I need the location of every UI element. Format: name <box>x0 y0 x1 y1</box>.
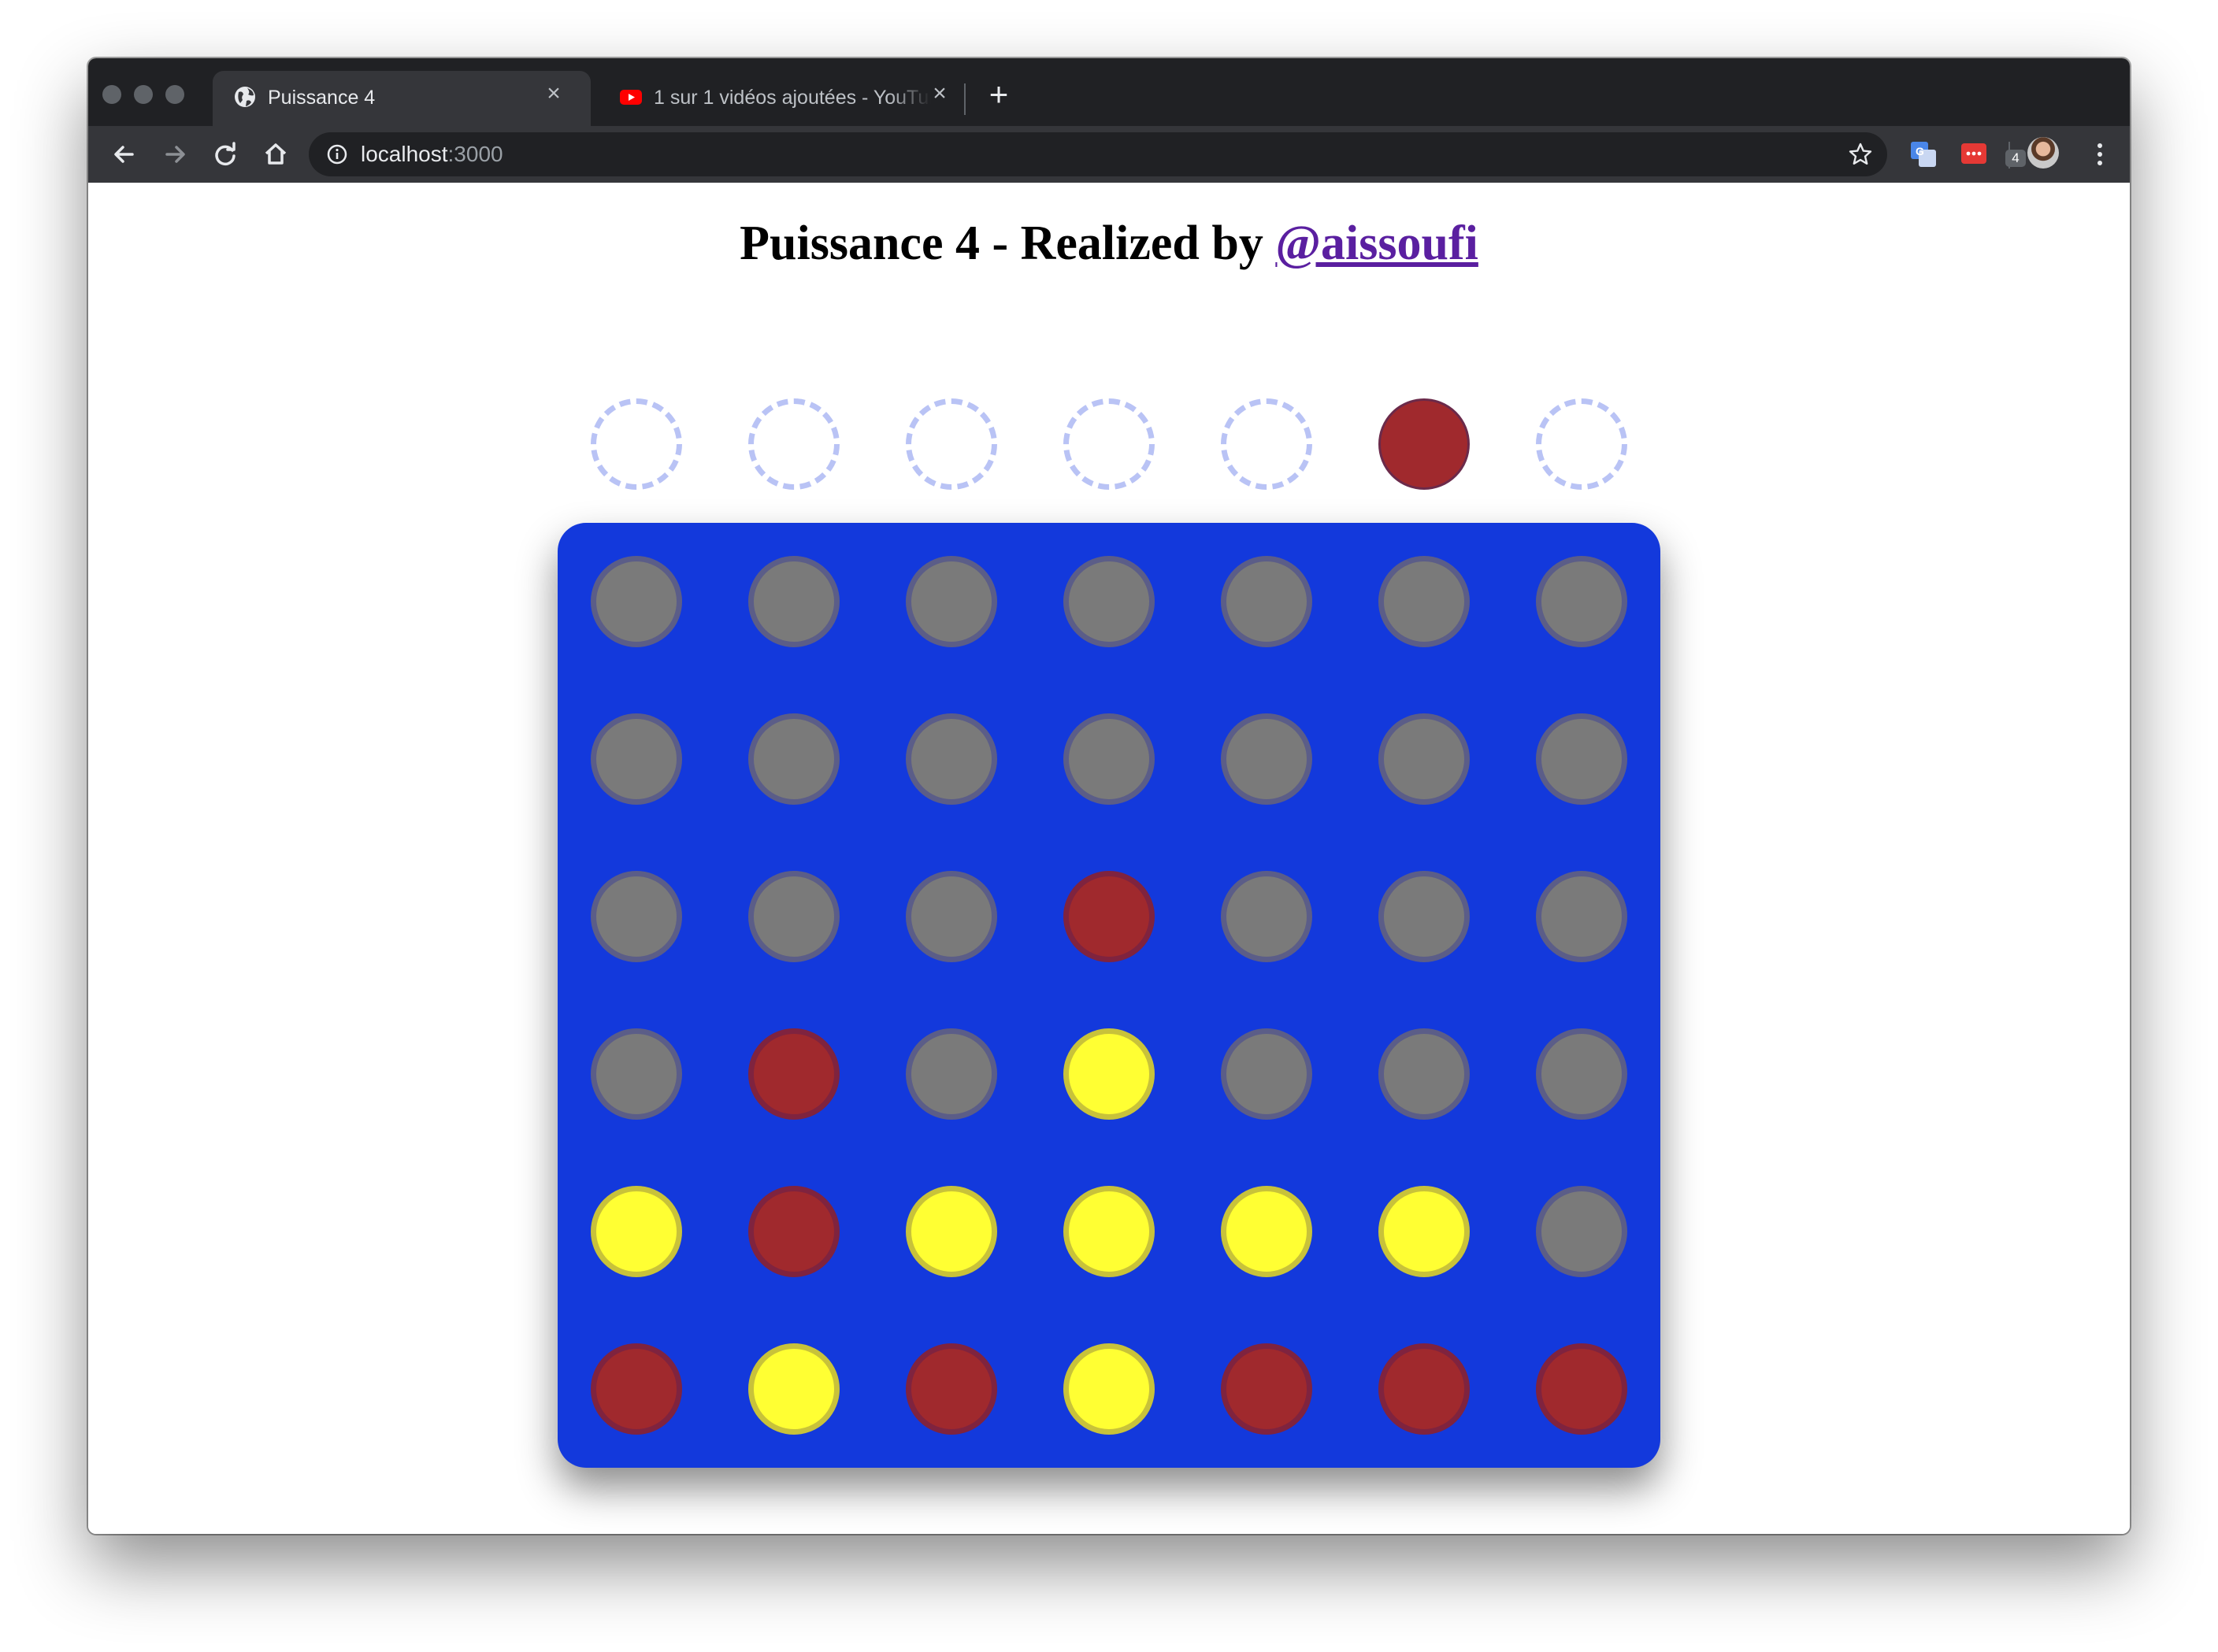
empty-slot[interactable] <box>1063 713 1155 805</box>
column-selector-6[interactable] <box>1378 398 1470 490</box>
red-token[interactable] <box>1378 1343 1470 1435</box>
tab-youtube[interactable]: 1 sur 1 vidéos ajoutées - YouTube × <box>599 71 977 126</box>
empty-slot[interactable] <box>1063 556 1155 647</box>
forward-arrow-icon[interactable] <box>158 137 192 172</box>
yellow-token[interactable] <box>1063 1343 1155 1435</box>
empty-slot[interactable] <box>1536 556 1627 647</box>
page-title: Puissance 4 - Realized by @aissoufi <box>88 216 2130 272</box>
yellow-token[interactable] <box>1063 1028 1155 1120</box>
game-board <box>558 523 1660 1468</box>
empty-slot[interactable] <box>591 556 682 647</box>
extension-badge: 4 <box>2005 150 2026 167</box>
tab-strip: Puissance 4 × 1 sur 1 vidéos ajoutées - … <box>88 58 2130 126</box>
url-host: localhost <box>361 142 448 166</box>
browser-window: Puissance 4 × 1 sur 1 vidéos ajoutées - … <box>88 58 2130 1534</box>
empty-slot[interactable] <box>1536 1186 1627 1277</box>
empty-slot[interactable] <box>748 556 840 647</box>
profile-avatar[interactable] <box>2027 137 2059 169</box>
empty-slot[interactable] <box>1378 713 1470 805</box>
tab-title: Puissance 4 <box>268 87 376 109</box>
page-content: Puissance 4 - Realized by @aissoufi <box>88 183 2130 1534</box>
column-selector-7[interactable] <box>1536 398 1627 490</box>
yellow-token[interactable] <box>591 1186 682 1277</box>
column-selector-3[interactable] <box>906 398 997 490</box>
red-token[interactable] <box>1221 1343 1312 1435</box>
svg-text:G: G <box>1916 145 1924 157</box>
yellow-token[interactable] <box>748 1343 840 1435</box>
zoom-window-dot[interactable] <box>165 85 184 104</box>
column-selector-4[interactable] <box>1063 398 1155 490</box>
empty-slot[interactable] <box>1536 871 1627 962</box>
address-bar[interactable]: localhost:3000 <box>309 132 1887 176</box>
close-tab-icon[interactable]: × <box>928 82 951 106</box>
new-tab-button[interactable]: + <box>983 78 1014 111</box>
bookmark-star-icon[interactable] <box>1848 142 1873 167</box>
column-selector-row <box>591 398 1693 493</box>
empty-slot[interactable] <box>1221 556 1312 647</box>
column-selector-5[interactable] <box>1221 398 1312 490</box>
empty-slot[interactable] <box>906 556 997 647</box>
empty-slot[interactable] <box>591 871 682 962</box>
red-token[interactable] <box>1536 1343 1627 1435</box>
empty-slot[interactable] <box>906 713 997 805</box>
url-text: localhost:3000 <box>361 142 503 167</box>
column-selector-2[interactable] <box>748 398 840 490</box>
empty-slot[interactable] <box>1536 1028 1627 1120</box>
minimize-window-dot[interactable] <box>134 85 153 104</box>
title-text: Puissance 4 - Realized by <box>740 217 1276 270</box>
yellow-token[interactable] <box>1378 1186 1470 1277</box>
back-arrow-icon[interactable] <box>107 137 142 172</box>
empty-slot[interactable] <box>1221 871 1312 962</box>
red-token[interactable] <box>748 1028 840 1120</box>
author-link[interactable]: @aissoufi <box>1275 217 1478 270</box>
tab-title: 1 sur 1 vidéos ajoutées - YouTube <box>654 87 931 109</box>
red-token[interactable] <box>591 1343 682 1435</box>
yellow-token[interactable] <box>1221 1186 1312 1277</box>
more-menu-icon[interactable] <box>2092 139 2108 170</box>
browser-toolbar: localhost:3000 G <box>88 126 2130 183</box>
globe-icon <box>235 87 255 107</box>
info-icon[interactable] <box>326 143 348 165</box>
tab-separator <box>964 83 966 115</box>
home-icon[interactable] <box>258 137 293 172</box>
close-window-dot[interactable] <box>102 85 121 104</box>
column-selector-1[interactable] <box>591 398 682 490</box>
empty-slot[interactable] <box>906 871 997 962</box>
empty-slot[interactable] <box>1378 871 1470 962</box>
youtube-icon <box>620 90 642 105</box>
red-token[interactable] <box>748 1186 840 1277</box>
empty-slot[interactable] <box>1536 713 1627 805</box>
red-token[interactable] <box>1063 871 1155 962</box>
empty-slot[interactable] <box>748 713 840 805</box>
yellow-token[interactable] <box>906 1186 997 1277</box>
empty-slot[interactable] <box>906 1028 997 1120</box>
reload-icon[interactable] <box>208 137 243 172</box>
red-token[interactable] <box>906 1343 997 1435</box>
tab-puissance-4[interactable]: Puissance 4 × <box>213 71 591 126</box>
empty-slot[interactable] <box>591 713 682 805</box>
empty-slot[interactable] <box>748 871 840 962</box>
translate-extension-icon[interactable]: G <box>1909 140 1938 169</box>
empty-slot[interactable] <box>1378 556 1470 647</box>
yellow-token[interactable] <box>1063 1186 1155 1277</box>
tab-manager-extension-icon[interactable] <box>1960 140 1988 169</box>
empty-slot[interactable] <box>1221 1028 1312 1120</box>
url-port: :3000 <box>447 142 503 166</box>
close-tab-icon[interactable]: × <box>542 82 566 106</box>
empty-slot[interactable] <box>591 1028 682 1120</box>
empty-slot[interactable] <box>1221 713 1312 805</box>
empty-slot[interactable] <box>1378 1028 1470 1120</box>
